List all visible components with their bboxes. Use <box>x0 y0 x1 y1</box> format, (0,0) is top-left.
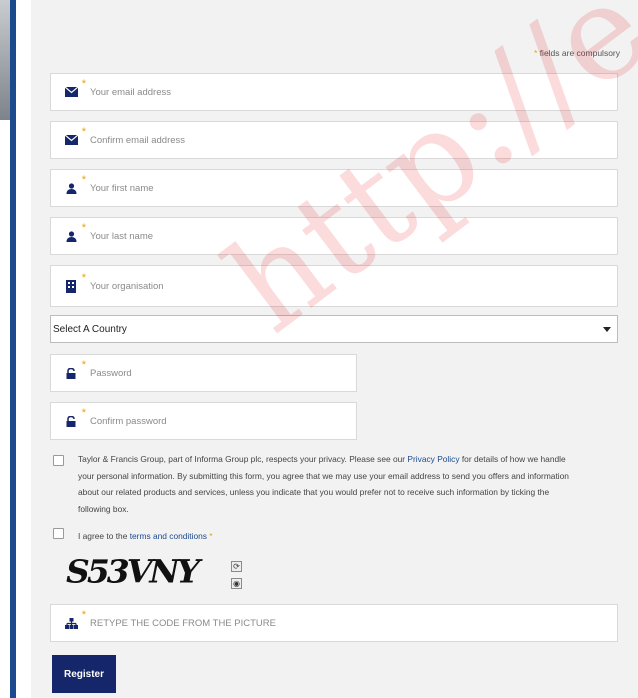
audio-icon[interactable]: ◉ <box>231 578 242 589</box>
user-icon: * <box>63 175 86 195</box>
background-photo-edge <box>0 0 10 120</box>
terms-link[interactable]: terms and conditions <box>130 531 207 541</box>
sitemap-icon: * <box>63 610 86 630</box>
user-icon: * <box>63 223 86 243</box>
lock-icon: * <box>63 360 86 380</box>
captcha-code-field[interactable]: * <box>50 604 618 642</box>
password-field[interactable]: * <box>50 354 357 392</box>
password-input[interactable] <box>90 367 334 379</box>
organisation-input[interactable] <box>90 280 543 292</box>
first-name-field[interactable]: * <box>50 169 618 207</box>
privacy-opt-out-checkbox[interactable] <box>53 455 64 466</box>
country-select[interactable]: Select A Country <box>50 315 618 343</box>
confirm-password-field[interactable]: * <box>50 402 357 440</box>
chevron-down-icon <box>603 326 611 332</box>
confirm-email-input[interactable] <box>90 134 543 146</box>
first-name-input[interactable] <box>90 182 543 194</box>
last-name-input[interactable] <box>90 230 543 242</box>
refresh-icon[interactable]: ⟳ <box>231 561 242 572</box>
envelope-icon: * <box>63 127 86 147</box>
last-name-field[interactable]: * <box>50 217 618 255</box>
country-select-value: Select A Country <box>53 323 127 335</box>
building-icon: * <box>63 273 86 293</box>
register-button[interactable]: Register <box>52 655 116 693</box>
left-accent-bar <box>10 0 16 698</box>
terms-label: I agree to the terms and conditions * <box>78 531 213 541</box>
terms-checkbox[interactable] <box>53 528 64 539</box>
lock-icon: * <box>63 408 86 428</box>
captcha-image: S53VNY <box>66 553 200 591</box>
compulsory-note: * fields are compulsory <box>534 48 620 58</box>
confirm-password-input[interactable] <box>90 415 334 427</box>
privacy-notice: Taylor & Francis Group, part of Informa … <box>78 454 569 514</box>
privacy-policy-link[interactable]: Privacy Policy <box>407 454 459 464</box>
confirm-email-field[interactable]: * <box>50 121 618 159</box>
email-field[interactable]: * <box>50 73 618 111</box>
envelope-icon: * <box>63 79 86 99</box>
captcha-code-input[interactable] <box>90 617 543 629</box>
organisation-field[interactable]: * <box>50 265 618 307</box>
email-input[interactable] <box>90 86 543 98</box>
